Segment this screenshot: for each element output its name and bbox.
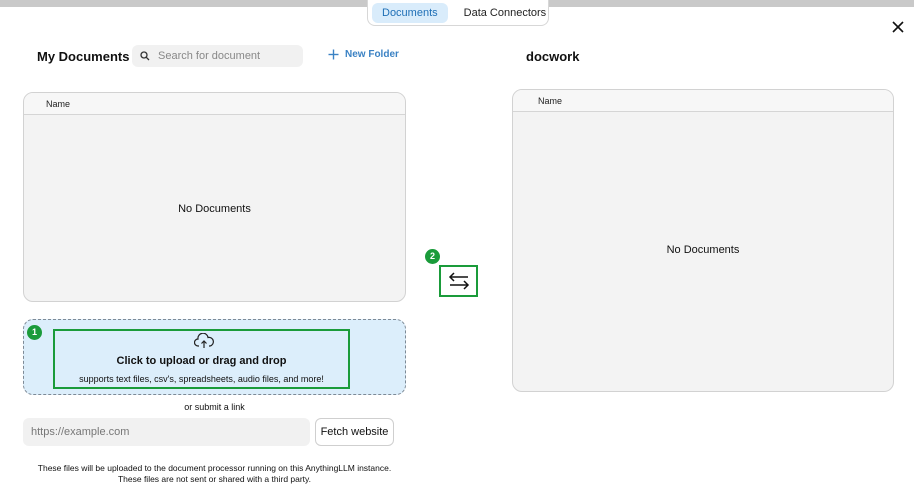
tab-data-connectors[interactable]: Data Connectors	[454, 3, 557, 23]
modal-tab-bar: Documents Data Connectors	[367, 0, 549, 26]
document-search[interactable]	[132, 45, 303, 67]
upload-subtitle: supports text files, csv's, spreadsheets…	[79, 374, 324, 384]
search-icon	[140, 51, 150, 61]
tab-documents[interactable]: Documents	[372, 2, 448, 23]
privacy-note-line-1: These files will be uploaded to the docu…	[37, 463, 392, 473]
workspace-documents-list: Name No Documents	[512, 89, 894, 392]
upload-title: Click to upload or drag and drop	[116, 355, 287, 367]
my-documents-title: My Documents	[37, 49, 130, 64]
or-submit-link-label: or submit a link	[184, 402, 245, 412]
move-documents-button[interactable]	[439, 265, 478, 297]
fetch-website-button[interactable]: Fetch website	[315, 418, 394, 446]
new-folder-button[interactable]: New Folder	[328, 49, 399, 60]
my-documents-list: Name No Documents	[23, 92, 406, 302]
new-folder-label: New Folder	[345, 49, 399, 60]
close-button[interactable]	[889, 18, 907, 36]
close-icon	[892, 21, 904, 33]
step-badge-1: 1	[27, 325, 42, 340]
cloud-upload-icon	[194, 333, 214, 348]
workspace-empty-state-text: No Documents	[666, 244, 740, 256]
swap-arrows-icon	[448, 272, 469, 290]
search-input[interactable]	[158, 50, 298, 62]
privacy-note: These files will be uploaded to the docu…	[23, 463, 406, 485]
empty-state-text: No Documents	[178, 203, 251, 215]
url-input[interactable]	[23, 418, 310, 446]
plus-icon	[328, 49, 339, 60]
workspace-column-header-name[interactable]: Name	[513, 90, 893, 112]
column-header-name[interactable]: Name	[24, 93, 405, 115]
upload-click-area[interactable]: Click to upload or drag and drop support…	[53, 329, 350, 389]
step-badge-2: 2	[425, 249, 440, 264]
upload-dropzone[interactable]: Click to upload or drag and drop support…	[23, 319, 406, 395]
workspace-title: docwork	[526, 49, 580, 64]
privacy-note-line-2: These files are not sent or shared with …	[117, 474, 312, 484]
